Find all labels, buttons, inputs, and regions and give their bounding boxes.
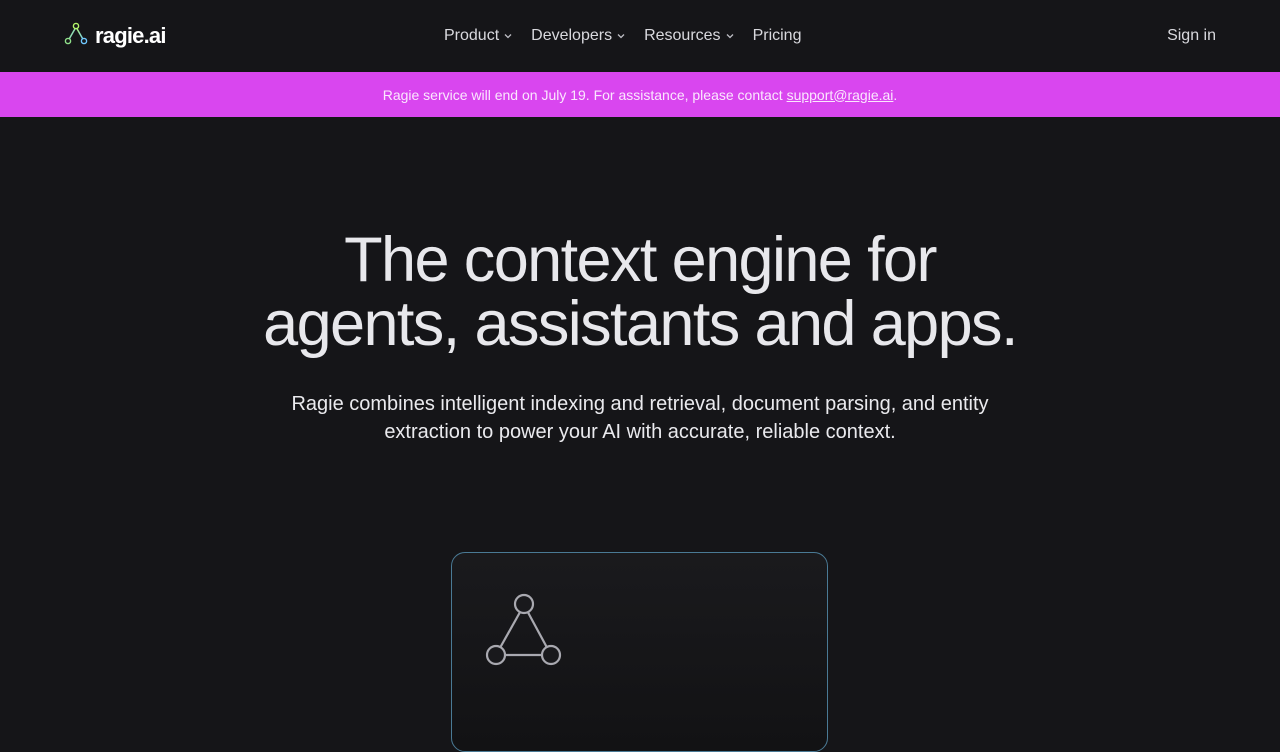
nav-item-pricing[interactable]: Pricing	[753, 27, 802, 45]
chevron-down-icon	[726, 34, 734, 39]
hero-title-line-2: agents, assistants and apps.	[263, 289, 1018, 359]
brand-logo[interactable]: ragie.ai	[64, 22, 166, 50]
hero-subtitle-line-1: Ragie combines intelligent indexing and …	[291, 393, 989, 415]
nav-item-label: Resources	[644, 27, 721, 44]
banner-text: Ragie service will end on July 19. For a…	[382, 86, 783, 103]
nav-item-label: Product	[444, 27, 500, 44]
triangle-nodes-icon	[485, 593, 563, 672]
hero-subtitle: Ragie combines intelligent indexing and …	[240, 390, 1040, 446]
triangle-nodes-icon	[64, 22, 88, 51]
chevron-down-icon	[504, 34, 512, 39]
top-navigation: ragie.ai Product Developers Resources Pr…	[0, 0, 1280, 72]
sign-in-link[interactable]: Sign in	[1167, 24, 1216, 48]
chevron-down-icon	[617, 34, 625, 39]
hero-title: The context engine for agents, assistant…	[0, 228, 1280, 356]
hero-title-line-1: The context engine for	[344, 225, 937, 295]
feature-card	[451, 552, 828, 752]
main-menu: Product Developers Resources Pricing	[444, 24, 801, 48]
nav-item-label: Developers	[531, 27, 613, 44]
nav-item-label: Pricing	[752, 27, 802, 44]
nav-item-resources[interactable]: Resources	[644, 27, 734, 45]
brand-name: ragie.ai	[95, 23, 166, 48]
support-email-link[interactable]: support@ragie.ai	[787, 87, 894, 103]
service-notice-banner: Ragie service will end on July 19. For a…	[0, 72, 1280, 117]
nav-item-product[interactable]: Product	[444, 27, 513, 45]
banner-suffix: .	[893, 86, 898, 103]
nav-item-developers[interactable]: Developers	[531, 27, 626, 45]
hero-subtitle-line-2: extraction to power your AI with accurat…	[384, 421, 896, 443]
